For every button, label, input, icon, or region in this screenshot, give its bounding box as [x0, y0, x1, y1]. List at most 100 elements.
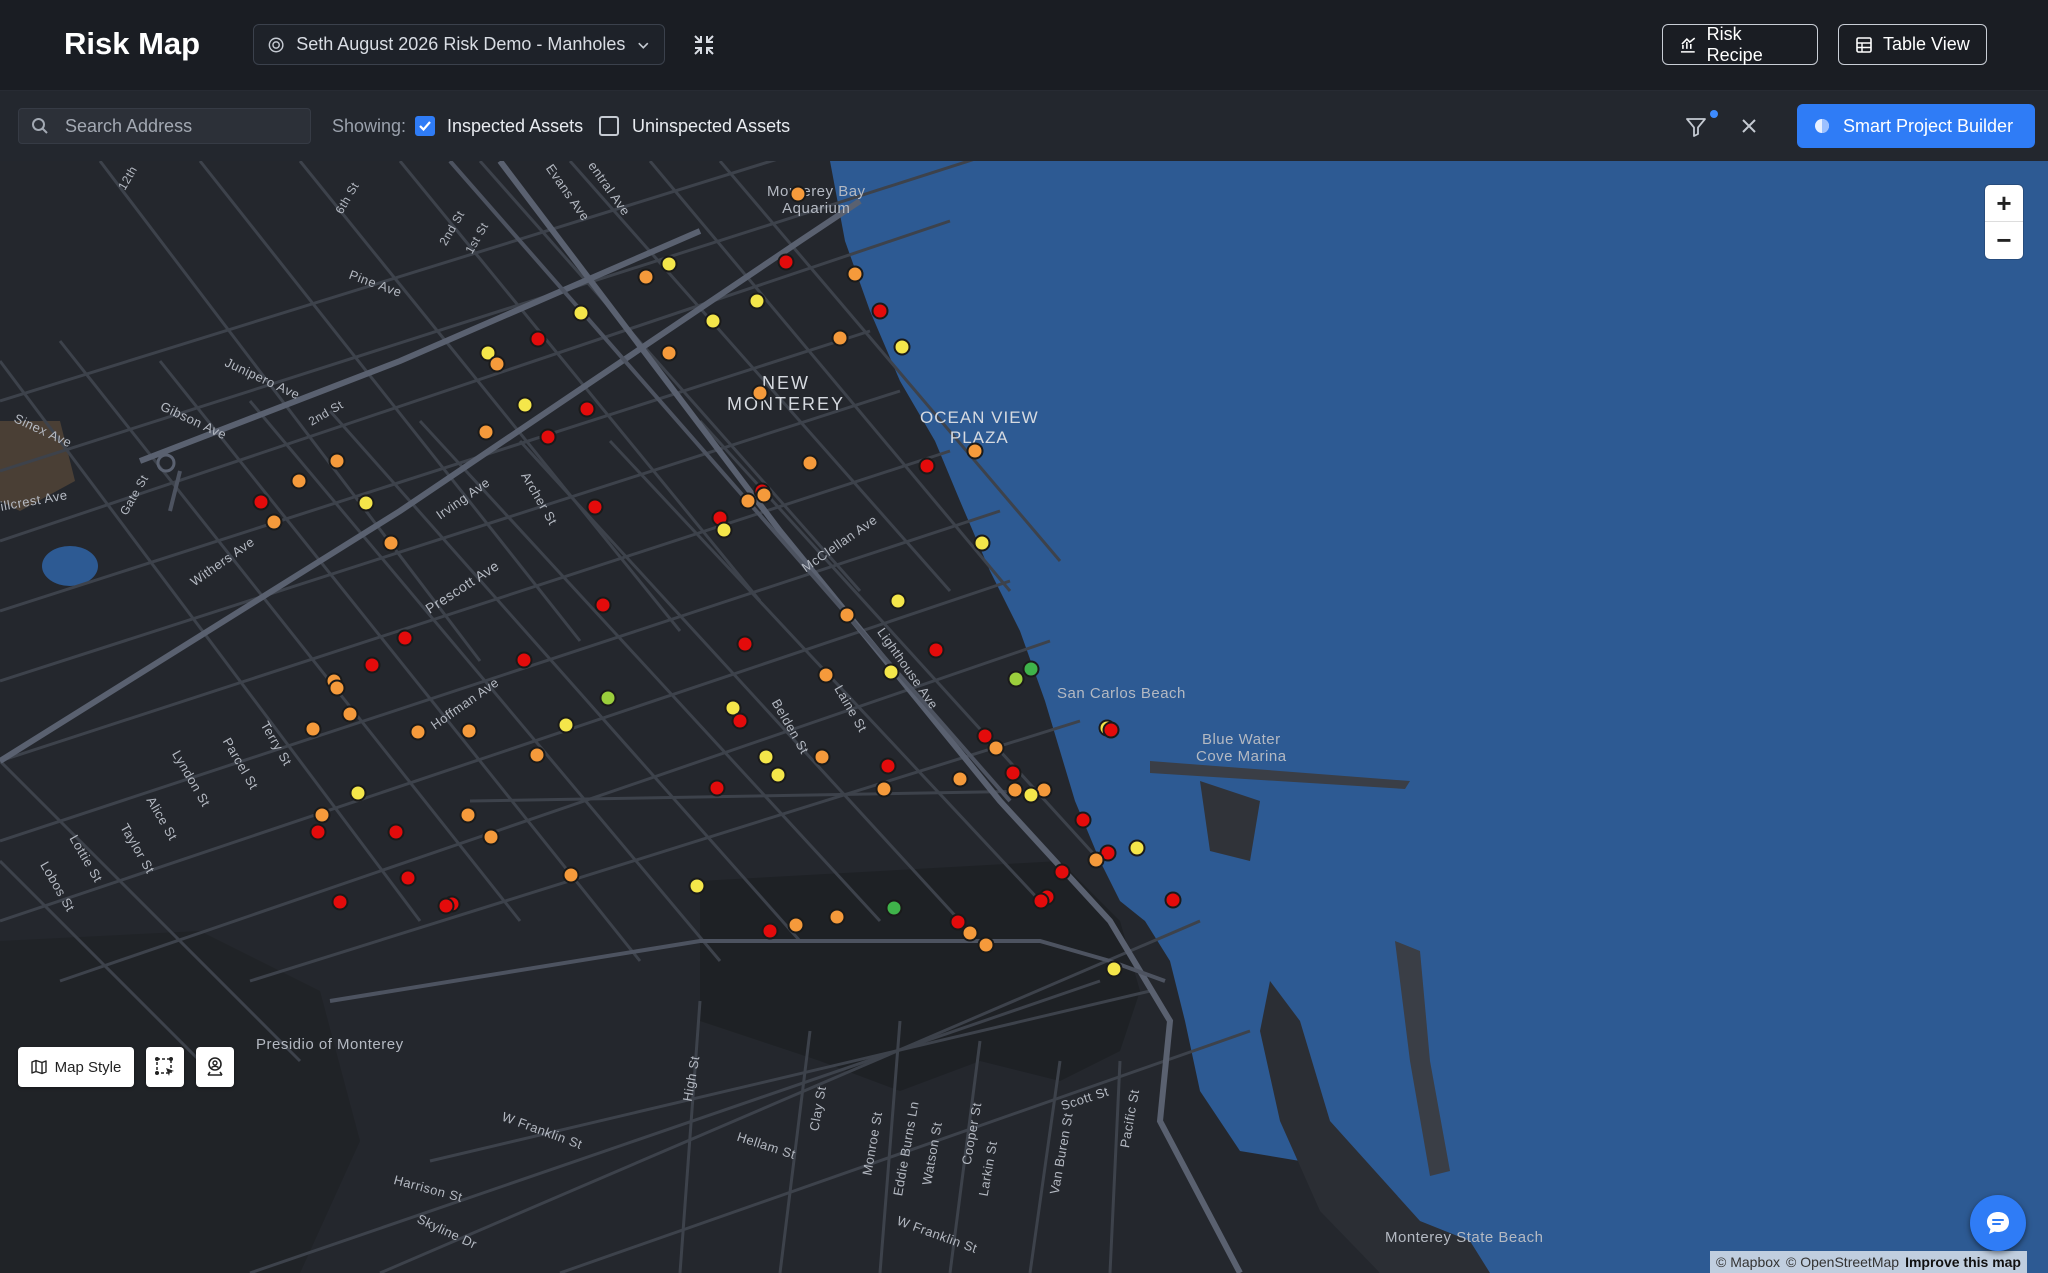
asset-marker-orange[interactable] [739, 492, 757, 510]
asset-marker-orange[interactable] [290, 472, 308, 490]
asset-marker-orange[interactable] [528, 746, 546, 764]
asset-marker-green[interactable] [885, 899, 903, 917]
asset-marker-yellow[interactable] [557, 716, 575, 734]
asset-marker-red[interactable] [1074, 811, 1092, 829]
asset-marker-lightgreen[interactable] [1007, 670, 1025, 688]
uninspected-assets-label[interactable]: Uninspected Assets [632, 116, 790, 137]
asset-marker-orange[interactable] [961, 924, 979, 942]
filter-icon[interactable] [1684, 115, 1708, 139]
asset-marker-red[interactable] [708, 779, 726, 797]
asset-marker-orange[interactable] [817, 666, 835, 684]
asset-marker-yellow[interactable] [715, 521, 733, 539]
asset-marker-orange[interactable] [951, 770, 969, 788]
asset-marker-yellow[interactable] [882, 663, 900, 681]
asset-marker-red[interactable] [1032, 892, 1050, 910]
asset-marker-red[interactable] [879, 757, 897, 775]
locate-button[interactable] [196, 1047, 234, 1087]
asset-marker-orange[interactable] [409, 723, 427, 741]
asset-marker-red[interactable] [736, 635, 754, 653]
asset-marker-red[interactable] [399, 869, 417, 887]
asset-marker-orange[interactable] [838, 606, 856, 624]
asset-marker-orange[interactable] [460, 722, 478, 740]
asset-marker-red[interactable] [578, 400, 596, 418]
asset-marker-green[interactable] [1022, 660, 1040, 678]
risk-recipe-button[interactable]: Risk Recipe [1662, 24, 1818, 65]
asset-marker-orange[interactable] [637, 268, 655, 286]
asset-marker-orange[interactable] [813, 748, 831, 766]
osm-attribution[interactable]: © OpenStreetMap [1786, 1254, 1899, 1270]
asset-marker-orange[interactable] [313, 806, 331, 824]
chat-button[interactable] [1970, 1195, 2026, 1251]
collapse-icon[interactable] [692, 33, 716, 57]
project-select[interactable]: Seth August 2026 Risk Demo - Manholes [253, 24, 665, 65]
asset-marker-yellow[interactable] [1128, 839, 1146, 857]
asset-marker-yellow[interactable] [516, 396, 534, 414]
zoom-out-button[interactable]: − [1985, 222, 2023, 258]
asset-marker-yellow[interactable] [660, 255, 678, 273]
asset-marker-red[interactable] [731, 712, 749, 730]
asset-marker-red[interactable] [586, 498, 604, 516]
table-view-button[interactable]: Table View [1838, 24, 1987, 65]
asset-marker-red[interactable] [252, 493, 270, 511]
asset-marker-yellow[interactable] [769, 766, 787, 784]
asset-marker-orange[interactable] [660, 344, 678, 362]
asset-marker-yellow[interactable] [889, 592, 907, 610]
asset-marker-orange[interactable] [846, 265, 864, 283]
asset-marker-red[interactable] [437, 897, 455, 915]
asset-marker-red[interactable] [1102, 721, 1120, 739]
asset-marker-red[interactable] [761, 922, 779, 940]
asset-marker-orange[interactable] [304, 720, 322, 738]
close-icon[interactable] [1739, 116, 1759, 136]
zoom-in-button[interactable]: + [1985, 185, 2023, 221]
asset-marker-red[interactable] [1004, 764, 1022, 782]
asset-marker-yellow[interactable] [748, 292, 766, 310]
asset-marker-red[interactable] [515, 651, 533, 669]
asset-marker-orange[interactable] [328, 679, 346, 697]
asset-marker-yellow[interactable] [757, 748, 775, 766]
asset-marker-orange[interactable] [459, 806, 477, 824]
asset-marker-red[interactable] [529, 330, 547, 348]
asset-marker-orange[interactable] [562, 866, 580, 884]
asset-marker-orange[interactable] [265, 513, 283, 531]
asset-marker-red[interactable] [539, 428, 557, 446]
asset-marker-red[interactable] [777, 253, 795, 271]
asset-marker-orange[interactable] [789, 185, 807, 203]
search-address-box[interactable] [18, 108, 311, 144]
asset-marker-orange[interactable] [831, 329, 849, 347]
asset-marker-yellow[interactable] [893, 338, 911, 356]
asset-marker-yellow[interactable] [1022, 786, 1040, 804]
search-address-input[interactable] [63, 114, 287, 138]
asset-marker-yellow[interactable] [704, 312, 722, 330]
asset-marker-orange[interactable] [328, 452, 346, 470]
asset-marker-red[interactable] [871, 302, 889, 320]
asset-marker-orange[interactable] [828, 908, 846, 926]
risk-map[interactable]: NEW MONTEREY OCEAN VIEW PLAZA Monterey Bay… [0, 161, 2048, 1273]
map-style-button[interactable]: Map Style [18, 1047, 134, 1087]
asset-marker-yellow[interactable] [349, 784, 367, 802]
inspected-assets-checkbox[interactable] [415, 116, 435, 136]
asset-marker-yellow[interactable] [572, 304, 590, 322]
asset-marker-orange[interactable] [966, 442, 984, 460]
asset-marker-orange[interactable] [801, 454, 819, 472]
asset-marker-yellow[interactable] [688, 877, 706, 895]
asset-marker-red[interactable] [594, 596, 612, 614]
asset-marker-red[interactable] [363, 656, 381, 674]
asset-marker-lightgreen[interactable] [599, 689, 617, 707]
lasso-select-button[interactable] [146, 1047, 184, 1087]
asset-marker-red[interactable] [331, 893, 349, 911]
asset-marker-orange[interactable] [751, 384, 769, 402]
mapbox-attribution[interactable]: © Mapbox [1716, 1254, 1780, 1270]
asset-marker-orange[interactable] [787, 916, 805, 934]
asset-marker-yellow[interactable] [357, 494, 375, 512]
uninspected-assets-checkbox[interactable] [599, 116, 619, 136]
asset-marker-orange[interactable] [755, 486, 773, 504]
asset-marker-orange[interactable] [482, 828, 500, 846]
improve-map-link[interactable]: Improve this map [1905, 1254, 2021, 1270]
asset-marker-orange[interactable] [341, 705, 359, 723]
asset-marker-red[interactable] [1053, 863, 1071, 881]
asset-marker-red[interactable] [918, 457, 936, 475]
asset-marker-orange[interactable] [977, 936, 995, 954]
asset-marker-red[interactable] [927, 641, 945, 659]
asset-marker-orange[interactable] [382, 534, 400, 552]
smart-project-builder-button[interactable]: Smart Project Builder [1797, 104, 2035, 148]
